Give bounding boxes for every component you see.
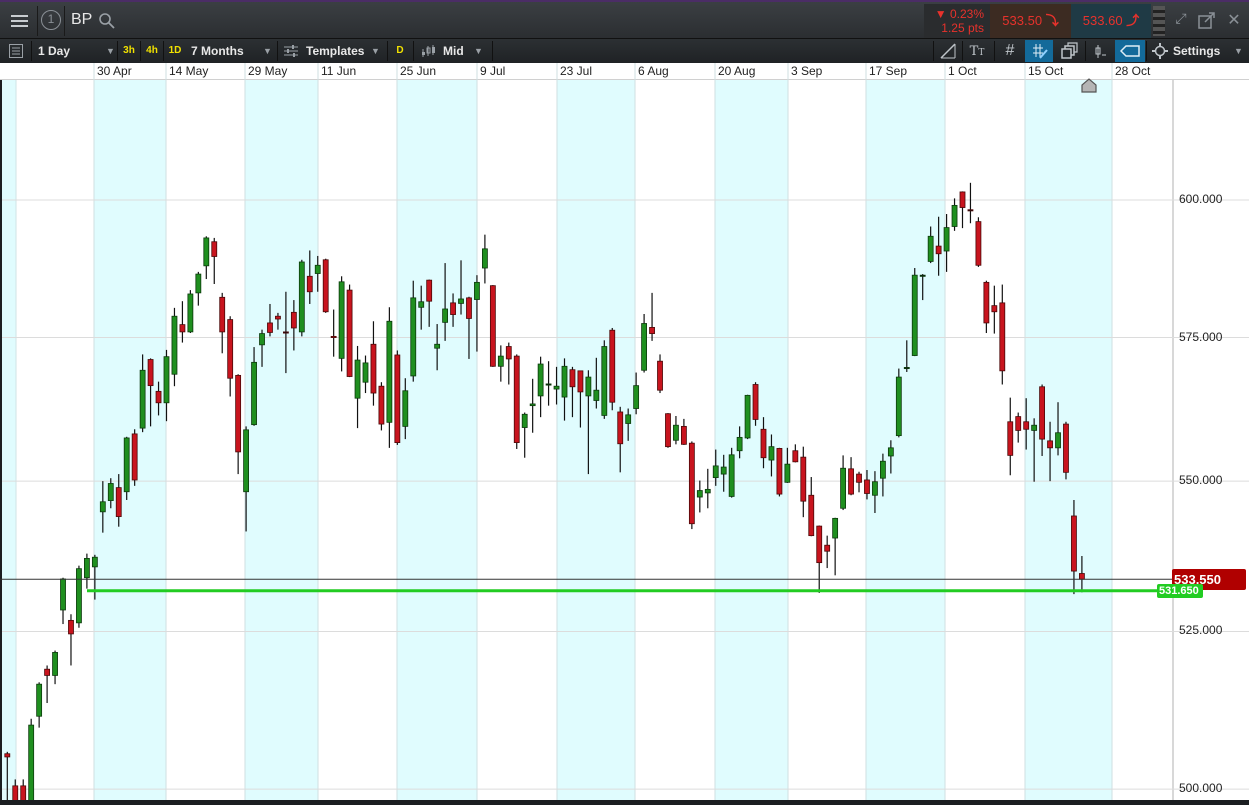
close-icon: ✕ [1227,12,1241,29]
date-tick-label: 30 Apr [97,64,132,78]
interval-3h-button[interactable]: 3h [119,39,139,63]
price-change-box: ▼ 0.23% 1.25 pts [924,4,990,38]
sliders-icon [284,45,298,57]
change-points: 1.25 pts [941,21,984,35]
list-icon [9,44,23,58]
drawing-tool-button[interactable] [935,40,961,62]
candlestick-icon [422,45,435,57]
chart-toolbar: 1 Day ▼ 3h 4h 1D 7 Months ▼ Templates ▼ … [0,38,1249,63]
date-axis: 30 Apr 14 May 29 May 11 Jun 25 Jun 9 Jul 23 Ju… [0,63,1249,80]
grid-toggle-button[interactable]: # [997,40,1023,62]
interval-dropdown[interactable]: 1 Day ▼ [38,39,118,63]
date-tick-label: 11 Jun [321,64,357,78]
expand-icon: ⤢ [1175,10,1187,26]
interval-value: 1 Day [38,44,71,58]
panel-drag-handle[interactable] [1153,6,1165,36]
date-tick-label: 1 Oct [948,64,977,78]
crosshair-toggle-button[interactable] [1025,40,1053,62]
gear-icon [1152,43,1168,59]
tag-icon [1120,45,1140,57]
layout-number-button[interactable]: 1 [41,10,61,30]
sell-price: 533.50 [1002,13,1043,28]
change-percent: ▼ 0.23% [934,7,984,21]
price-type-dropdown[interactable]: Mid ▼ [420,39,490,63]
date-tick-label: 29 May [248,64,288,78]
chevron-down-icon: ▼ [106,46,115,56]
arrow-up-icon: ⤴ [1126,13,1140,28]
date-tick-label: 23 Jul [560,64,593,78]
hamburger-menu-button[interactable] [6,7,34,35]
indicator-icon [1095,45,1106,58]
date-tick-label: 28 Oct [1115,64,1151,78]
price-tag-toggle-button[interactable] [1115,40,1145,62]
templates-label: Templates [306,44,365,58]
close-button[interactable]: ✕ [1223,10,1245,32]
buy-price: 533.60 [1082,13,1123,28]
line-tool-icon [940,43,956,59]
date-tick-label: 6 Aug [638,64,669,78]
interval-1d-button[interactable]: 1D [165,39,185,63]
grid-icon: # [1005,42,1015,59]
date-tick-label: 3 Sep [791,64,823,78]
buy-button[interactable]: 533.60 ⤴ [1071,4,1151,38]
date-tick-label: 14 May [169,64,209,78]
layers-icon [1061,42,1078,59]
date-tick-label: 15 Oct [1028,64,1064,78]
popout-icon [1198,12,1215,29]
templates-dropdown[interactable]: Templates ▼ [283,39,383,63]
layers-button[interactable] [1056,40,1082,62]
crosshair-pen-icon [1033,44,1048,59]
text-icon: TT [969,43,985,59]
price-tick-label: 575.000 [1179,329,1223,344]
date-tick-label: 25 Jun [400,64,437,78]
chevron-down-icon: ▼ [474,46,483,56]
settings-dropdown[interactable]: Settings ▼ [1150,39,1248,63]
date-tick-label: 20 Aug [718,64,756,78]
price-type-value: Mid [443,44,464,58]
popout-button[interactable] [1196,10,1218,32]
date-tick-label: 17 Sep [869,64,908,78]
hamburger-icon [11,15,28,27]
interval-4h-button[interactable]: 4h [142,39,162,63]
range-value: 7 Months [191,44,244,58]
home-marker-icon [1081,78,1097,93]
chart-list-button[interactable] [5,40,27,62]
chevron-down-icon: ▼ [371,46,380,56]
bottom-scroll-strip [0,800,1249,805]
symbol-name[interactable]: BP [71,11,92,29]
top-bar: 1 BP ▼ 0.23% 1.25 pts 533.50 ⤵ 533.60 ⤴ … [0,0,1249,38]
chart-area[interactable] [2,80,1172,800]
text-tool-button[interactable]: TT [964,40,990,62]
search-button[interactable] [98,12,116,35]
search-icon [99,13,115,29]
sell-button[interactable]: 533.50 ⤵ [990,4,1071,38]
scroll-to-latest-button[interactable] [1081,78,1097,99]
price-tick-label: 500.000 [1179,781,1223,796]
price-tick-label: 600.000 [1179,192,1223,206]
date-tick-label: 9 Jul [480,64,506,78]
price-tick-label: 525.000 [1179,623,1223,638]
settings-label: Settings [1173,44,1221,58]
chevron-down-icon: ▼ [263,46,272,56]
price-axis[interactable] [1172,80,1249,800]
expand-button[interactable]: ⤢ [1170,10,1192,32]
chevron-down-icon: ▼ [1234,46,1243,56]
range-dropdown[interactable]: 7 Months ▼ [191,39,275,63]
arrow-down-icon: ⤵ [1045,13,1059,28]
horizontal-line-label[interactable]: 531.650 [1157,583,1203,598]
price-tick-label: 550.000 [1179,473,1223,488]
d-badge-button[interactable]: D [392,39,408,63]
indicator-button[interactable] [1087,40,1113,62]
